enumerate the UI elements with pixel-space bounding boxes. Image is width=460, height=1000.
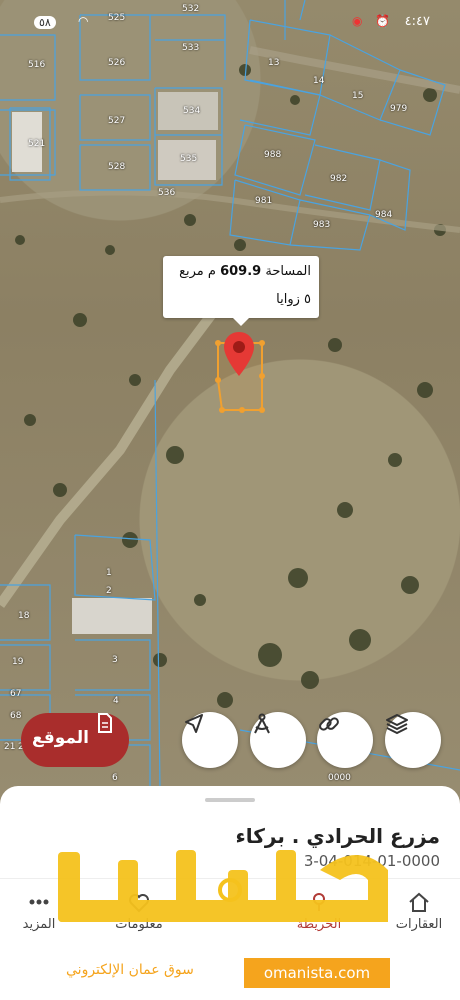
share-link-button[interactable] bbox=[317, 712, 373, 768]
document-icon bbox=[98, 713, 112, 733]
location-button[interactable]: الموقع bbox=[21, 713, 129, 767]
plot-number: 0000 bbox=[328, 773, 351, 783]
bottom-nav: العقارات الخريطة معلومات المزيد bbox=[0, 878, 460, 941]
parcel-id: 3-04-014-01-0000 bbox=[303, 852, 440, 870]
plot-number: 67 bbox=[10, 689, 22, 699]
watermark-site: omanista.com bbox=[244, 958, 390, 988]
plot-number: 981 bbox=[255, 196, 273, 206]
plot-number: 979 bbox=[390, 104, 408, 114]
navigation-arrow-icon bbox=[185, 714, 203, 733]
plot-number: 983 bbox=[313, 220, 331, 230]
nav-item-more[interactable]: المزيد bbox=[4, 889, 74, 939]
plot-number: 6 bbox=[112, 773, 118, 783]
parcel-title: مزرع الحرادي . بركاء bbox=[235, 824, 440, 848]
map-overlay bbox=[0, 0, 460, 791]
plot-number: 536 bbox=[158, 188, 176, 198]
plot-number: 988 bbox=[264, 150, 282, 160]
area-unit: م مربع bbox=[179, 264, 216, 279]
watermark-caption: سوق عمان الإلكتروني bbox=[66, 962, 194, 978]
more-icon bbox=[29, 899, 49, 905]
nav-label: معلومات bbox=[115, 917, 163, 932]
info-icon bbox=[129, 894, 149, 913]
plot-number: 3 bbox=[112, 655, 118, 665]
satellite-map[interactable]: 516 525 532 533 526 527 534 528 535 536 … bbox=[0, 0, 460, 800]
alarm-icon: ⏰ bbox=[375, 14, 390, 28]
plot-number: 15 bbox=[352, 91, 364, 101]
status-bar: ٥٨ ◠ ◉ ⏰ ٤:٤٧ bbox=[0, 0, 460, 40]
notification-icon: ◉ bbox=[352, 14, 363, 28]
sheet-drag-handle[interactable] bbox=[205, 798, 255, 802]
plot-number: 21 bbox=[4, 742, 16, 752]
nav-label: الخريطة bbox=[296, 917, 342, 932]
wifi-icon: ◠ bbox=[78, 14, 89, 28]
plot-number: 521 bbox=[28, 139, 46, 149]
layers-button[interactable] bbox=[385, 712, 441, 768]
nav-item-info[interactable]: معلومات bbox=[104, 889, 174, 939]
status-time: ٤:٤٧ bbox=[404, 14, 430, 29]
nav-label: المزيد bbox=[22, 917, 56, 932]
link-icon bbox=[319, 717, 339, 731]
plot-number: 984 bbox=[375, 210, 393, 220]
measure-button[interactable] bbox=[250, 712, 306, 768]
area-value: 609.9 bbox=[220, 264, 262, 279]
plot-number: 535 bbox=[180, 154, 198, 164]
plot-number: 527 bbox=[108, 116, 126, 126]
battery-icon: ٥٨ bbox=[34, 16, 56, 29]
plot-number: 534 bbox=[183, 106, 201, 116]
plot-number: 68 bbox=[10, 711, 22, 721]
nav-item-map[interactable]: الخريطة bbox=[284, 889, 354, 939]
navigate-button[interactable] bbox=[182, 712, 238, 768]
map-icon bbox=[313, 893, 325, 911]
area-line: المساحة 609.9 م مربع bbox=[179, 264, 311, 279]
plot-number: 528 bbox=[108, 162, 126, 172]
plot-number: 4 bbox=[113, 696, 119, 706]
plot-number: 19 bbox=[12, 657, 24, 667]
plot-number: 533 bbox=[182, 43, 200, 53]
plot-number: 1 bbox=[106, 568, 112, 578]
plot-number: 516 bbox=[28, 60, 46, 70]
plot-number: 18 bbox=[18, 611, 30, 621]
compass-icon bbox=[254, 713, 270, 734]
location-pin-icon[interactable] bbox=[222, 330, 256, 378]
corners-count: ٥ زوايا bbox=[276, 292, 311, 307]
nav-label: العقارات bbox=[395, 917, 443, 932]
location-button-label: الموقع bbox=[31, 728, 89, 748]
plot-number: 2 bbox=[106, 586, 112, 596]
nav-item-properties[interactable]: العقارات bbox=[384, 889, 454, 939]
plot-number: 526 bbox=[108, 58, 126, 68]
home-icon bbox=[409, 892, 429, 912]
plot-number: 982 bbox=[330, 174, 348, 184]
plot-number: 14 bbox=[313, 76, 325, 86]
area-tooltip: المساحة 609.9 م مربع ٥ زوايا bbox=[163, 256, 319, 326]
layers-icon bbox=[386, 714, 408, 735]
area-prefix: المساحة bbox=[265, 264, 311, 279]
plot-number: 13 bbox=[268, 58, 280, 68]
